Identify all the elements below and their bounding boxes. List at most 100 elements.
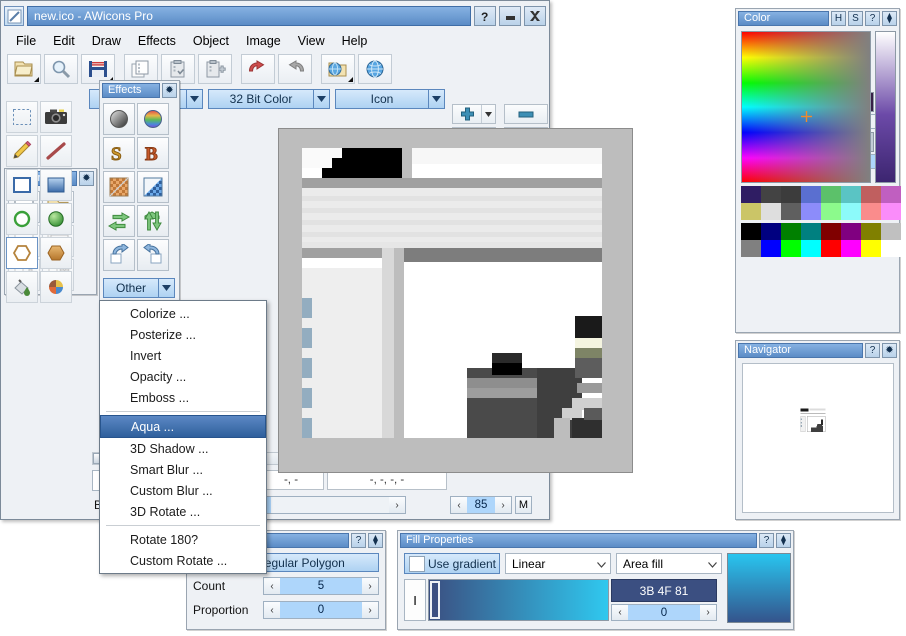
saturation-mode-button[interactable]: S: [848, 11, 863, 26]
color-swatch[interactable]: [841, 186, 861, 203]
pencil-tool[interactable]: [6, 135, 38, 167]
color-swatch[interactable]: [801, 240, 821, 257]
color-swatch[interactable]: [881, 223, 901, 240]
color-swatch[interactable]: [821, 223, 841, 240]
menu-image[interactable]: Image: [239, 32, 288, 50]
gradient-stop-handle[interactable]: [430, 581, 440, 619]
open-folder-icon[interactable]: [7, 54, 41, 84]
proportion-stepper[interactable]: ‹ 0 ›: [263, 601, 379, 619]
stepper-decrement-icon[interactable]: ‹: [264, 578, 280, 594]
stepper-decrement-icon[interactable]: ‹: [612, 605, 628, 620]
stepper-decrement-icon[interactable]: ‹: [264, 602, 280, 618]
menu-item-rotate-180[interactable]: Rotate 180?: [100, 529, 266, 550]
checker-orange-effect-icon[interactable]: [103, 171, 135, 203]
color-swatch[interactable]: [761, 240, 781, 257]
menu-file[interactable]: File: [9, 32, 43, 50]
menu-item-colorize[interactable]: Colorize ...: [100, 303, 266, 324]
count-stepper[interactable]: ‹ 5 ›: [263, 577, 379, 595]
gradient-preview[interactable]: [727, 553, 791, 623]
menu-item-custom-rotate[interactable]: Custom Rotate ...: [100, 550, 266, 571]
select-rectangle-tool[interactable]: [6, 101, 38, 133]
chevron-down-icon[interactable]: [186, 90, 202, 108]
chevron-down-icon[interactable]: [703, 557, 721, 571]
ellipse-filled-tool[interactable]: [40, 203, 72, 235]
stepper-increment-icon[interactable]: ›: [389, 497, 405, 513]
color-swatch[interactable]: [861, 240, 881, 257]
close-icon[interactable]: ✹: [882, 343, 897, 358]
close-icon[interactable]: ✹: [79, 171, 94, 186]
undo-icon[interactable]: [241, 54, 275, 84]
color-swatch[interactable]: [741, 240, 761, 257]
menu-view[interactable]: View: [291, 32, 332, 50]
color-swatch[interactable]: [761, 203, 781, 220]
color-swatch[interactable]: [781, 223, 801, 240]
ellipse-outline-tool[interactable]: [6, 203, 38, 235]
color-swatch[interactable]: [741, 186, 761, 203]
new-clipboard-icon[interactable]: [198, 54, 232, 84]
globe-icon[interactable]: [358, 54, 392, 84]
help-button[interactable]: ?: [351, 533, 366, 548]
image-type-combo[interactable]: Icon: [335, 89, 445, 109]
remove-image-button[interactable]: [504, 104, 548, 124]
text-mode-button[interactable]: I: [404, 579, 426, 621]
menu-help[interactable]: Help: [335, 32, 375, 50]
gradient-stop-color-value[interactable]: 3B 4F 81: [611, 579, 717, 602]
help-button[interactable]: ?: [759, 533, 774, 548]
color-swatch[interactable]: [741, 223, 761, 240]
color-swatch[interactable]: [781, 240, 801, 257]
add-image-button[interactable]: [452, 104, 496, 124]
rectangle-filled-tool[interactable]: [40, 169, 72, 201]
color-swatch[interactable]: [861, 223, 881, 240]
checker-blue-effect-icon[interactable]: [137, 171, 169, 203]
collapse-button[interactable]: ⧫: [368, 533, 383, 548]
zoom-icon[interactable]: [44, 54, 78, 84]
close-button[interactable]: [524, 6, 546, 26]
paint-bucket-tool[interactable]: [6, 271, 38, 303]
chevron-down-icon[interactable]: [428, 90, 444, 108]
redo-icon[interactable]: [278, 54, 312, 84]
help-button[interactable]: ?: [865, 343, 880, 358]
rotate-left-icon[interactable]: [103, 239, 135, 271]
mode-button[interactable]: M: [515, 496, 532, 514]
chevron-down-icon[interactable]: [158, 279, 174, 297]
hue-mode-button[interactable]: H: [831, 11, 846, 26]
pixel-canvas[interactable]: [278, 128, 633, 473]
menu-effects[interactable]: Effects: [131, 32, 183, 50]
line-tool[interactable]: [40, 135, 72, 167]
stepper-increment-icon[interactable]: ›: [700, 605, 716, 620]
menu-item-3d-rotate[interactable]: 3D Rotate ...: [100, 501, 266, 522]
color-swatch[interactable]: [821, 240, 841, 257]
title-bar[interactable]: new.ico - AWicons Pro ?: [4, 4, 546, 28]
collapse-button[interactable]: ⧫: [776, 533, 791, 548]
menu-item-3d-shadow[interactable]: 3D Shadow ...: [100, 438, 266, 459]
menu-item-smart-blur[interactable]: Smart Blur ...: [100, 459, 266, 480]
help-button[interactable]: ?: [474, 6, 496, 26]
close-icon[interactable]: ✹: [162, 83, 177, 98]
opacity-stepper[interactable]: ‹ 85 ›: [450, 496, 512, 514]
color-swatch[interactable]: [861, 186, 881, 203]
color-swatch[interactable]: [841, 203, 861, 220]
stepper-increment-icon[interactable]: ›: [362, 602, 378, 618]
color-swatch[interactable]: [741, 203, 761, 220]
menu-object[interactable]: Object: [186, 32, 236, 50]
fill-type-combo[interactable]: Area fill: [616, 553, 722, 574]
color-swatch[interactable]: [781, 186, 801, 203]
menu-item-posterize[interactable]: Posterize ...: [100, 324, 266, 345]
gradient-type-combo[interactable]: Linear: [505, 553, 611, 574]
grayscale-effect-icon[interactable]: [103, 103, 135, 135]
shadow-text-effect-icon[interactable]: S: [103, 137, 135, 169]
other-effects-button[interactable]: Other: [103, 278, 175, 298]
color-replace-tool[interactable]: [40, 271, 72, 303]
collapse-button[interactable]: ⧫: [882, 11, 897, 26]
minimize-button[interactable]: [499, 6, 521, 26]
color-swatch[interactable]: [761, 223, 781, 240]
open-web-icon[interactable]: [321, 54, 355, 84]
color-swatch[interactable]: [821, 203, 841, 220]
checkbox-icon[interactable]: [409, 555, 425, 572]
color-swatch[interactable]: [841, 240, 861, 257]
bold-text-effect-icon[interactable]: B: [137, 137, 169, 169]
menu-item-invert[interactable]: Invert: [100, 345, 266, 366]
color-swatch[interactable]: [801, 203, 821, 220]
chevron-down-icon[interactable]: [592, 557, 610, 571]
menu-item-aqua[interactable]: Aqua ...: [100, 415, 266, 438]
